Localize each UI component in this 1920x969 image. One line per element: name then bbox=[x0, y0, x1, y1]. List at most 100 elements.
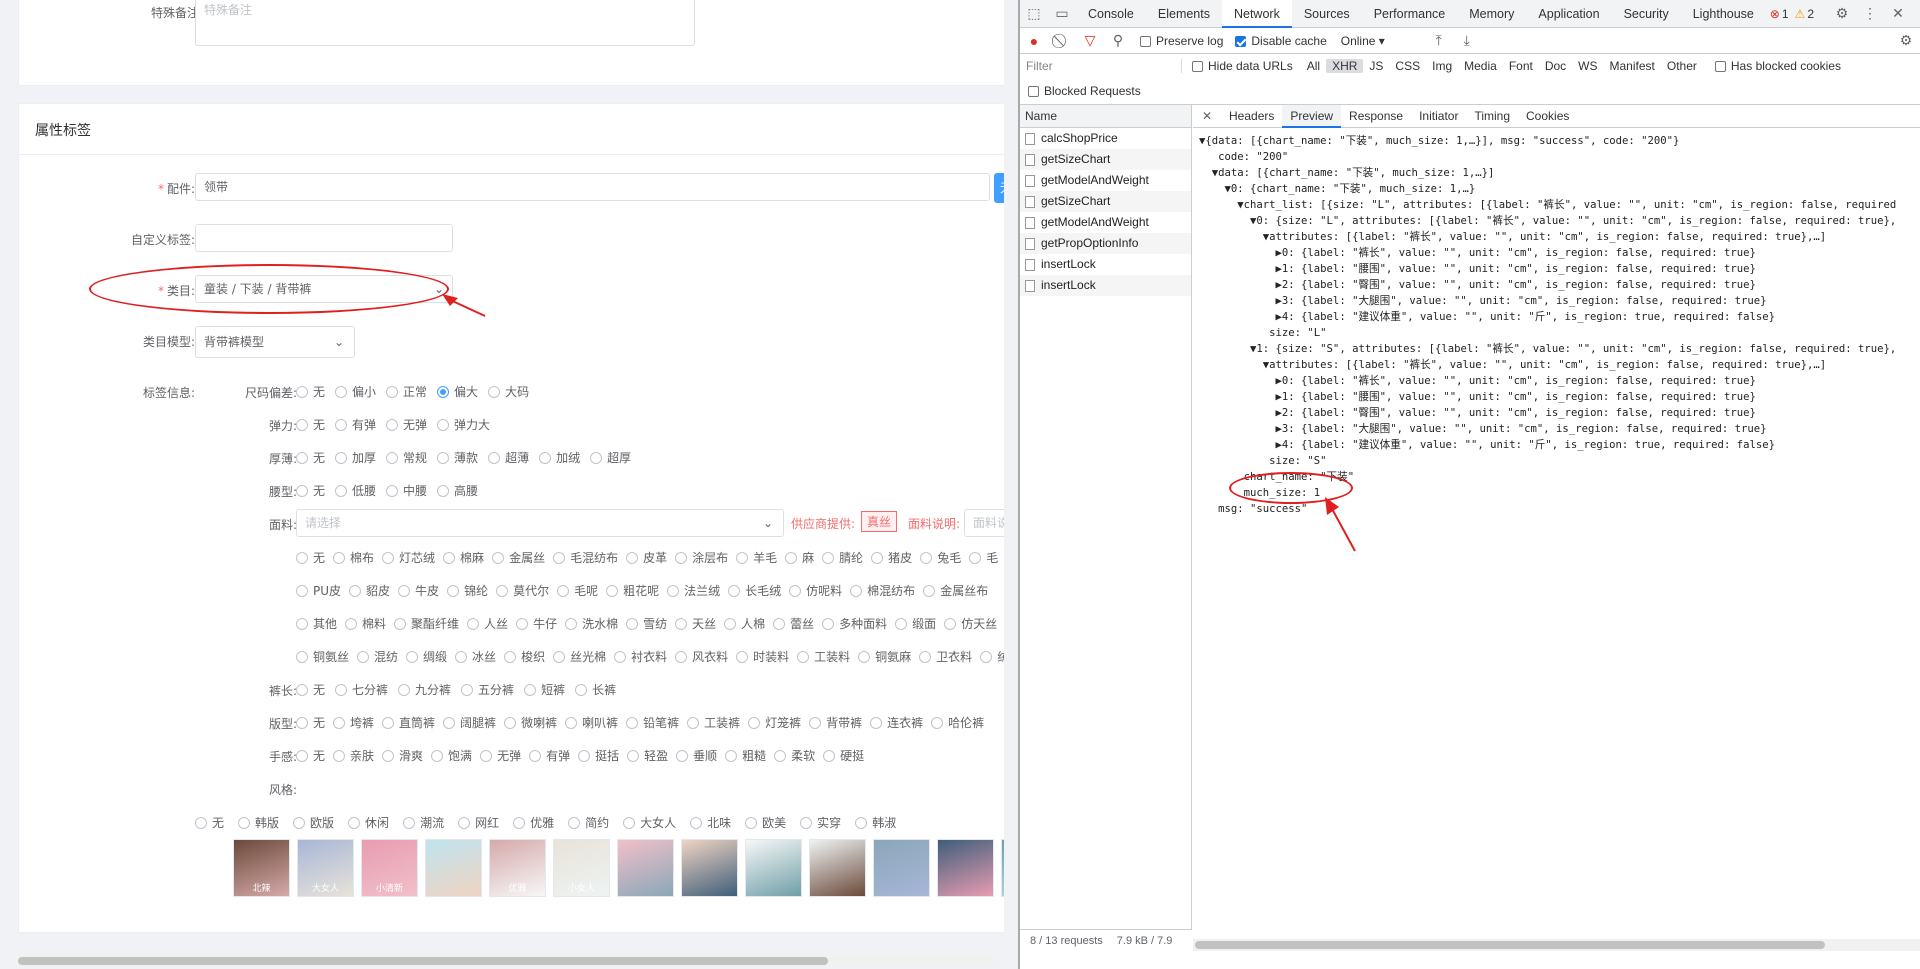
radio-option[interactable]: 哈伦裤 bbox=[931, 714, 984, 731]
radio-option[interactable]: 时装料 bbox=[736, 648, 789, 665]
radio-circle[interactable] bbox=[822, 617, 835, 630]
radio-circle[interactable] bbox=[296, 484, 308, 497]
radio-circle[interactable] bbox=[895, 617, 908, 630]
radio-circle[interactable] bbox=[386, 385, 399, 398]
accessory-input[interactable]: 领带 bbox=[195, 173, 990, 201]
radio-option[interactable]: 无 bbox=[296, 714, 325, 731]
radio-circle[interactable] bbox=[333, 716, 346, 729]
radio-option[interactable]: 金属丝布 bbox=[923, 582, 988, 599]
radio-circle[interactable] bbox=[578, 749, 591, 762]
scrollbar-thumb[interactable] bbox=[18, 957, 828, 965]
radio-option[interactable]: 亲肤 bbox=[333, 747, 374, 764]
filter-icon[interactable]: ▽ bbox=[1076, 32, 1104, 49]
radio-circle[interactable] bbox=[675, 650, 688, 663]
radio-circle[interactable] bbox=[797, 650, 810, 663]
radio-option[interactable]: 韩版 bbox=[238, 814, 279, 831]
radio-option[interactable]: 梭织 bbox=[504, 648, 545, 665]
radio-circle[interactable] bbox=[736, 551, 749, 564]
radio-option[interactable]: 人丝 bbox=[467, 615, 508, 632]
radio-option[interactable]: 无 bbox=[296, 449, 325, 466]
request-row[interactable]: getSizeChart bbox=[1020, 149, 1191, 170]
radio-circle[interactable] bbox=[382, 749, 395, 762]
radio-option[interactable]: 毛混纺布 bbox=[553, 549, 618, 566]
json-line[interactable]: ▼chart_list: [{size: "L", attributes: [{… bbox=[1199, 197, 1896, 213]
radio-option[interactable]: 大女人 bbox=[623, 814, 676, 831]
radio-option[interactable]: 丝光棉 bbox=[553, 648, 606, 665]
radio-circle[interactable] bbox=[296, 584, 308, 597]
request-row[interactable]: getModelAndWeight bbox=[1020, 170, 1191, 191]
radio-option[interactable]: 牛仔 bbox=[516, 615, 557, 632]
disable-cache-checkbox[interactable]: Disable cache bbox=[1235, 34, 1327, 48]
radio-circle[interactable] bbox=[623, 816, 636, 829]
preview-horizontal-scrollbar[interactable] bbox=[1193, 939, 1920, 951]
radio-option[interactable]: 弹力大 bbox=[437, 416, 490, 433]
radio-circle[interactable] bbox=[728, 584, 741, 597]
radio-circle[interactable] bbox=[443, 716, 456, 729]
radio-option[interactable]: 高腰 bbox=[437, 482, 478, 499]
radio-circle[interactable] bbox=[296, 385, 308, 398]
radio-option[interactable]: 韩淑 bbox=[855, 814, 896, 831]
request-row[interactable]: insertLock bbox=[1020, 254, 1191, 275]
radio-circle[interactable] bbox=[626, 617, 639, 630]
style-thumbnail[interactable]: 大女人 bbox=[297, 839, 354, 897]
radio-circle[interactable] bbox=[553, 650, 566, 663]
radio-option[interactable]: 仿天丝 bbox=[944, 615, 997, 632]
radio-option[interactable]: 无弹 bbox=[386, 416, 427, 433]
resource-type-filter[interactable]: XHR bbox=[1326, 59, 1364, 73]
radio-option[interactable]: 低腰 bbox=[335, 482, 376, 499]
radio-option[interactable]: 无 bbox=[296, 383, 325, 400]
radio-circle[interactable] bbox=[725, 749, 738, 762]
radio-option[interactable]: 微喇裤 bbox=[504, 714, 557, 731]
radio-circle[interactable] bbox=[335, 683, 348, 696]
radio-circle[interactable] bbox=[293, 816, 306, 829]
resource-type-filter[interactable]: CSS bbox=[1389, 59, 1426, 73]
radio-circle[interactable] bbox=[398, 584, 411, 597]
radio-circle[interactable] bbox=[335, 484, 348, 497]
detail-tab[interactable]: Preview bbox=[1282, 104, 1342, 128]
inspect-icon[interactable]: ⬚ bbox=[1020, 5, 1048, 22]
filter-input[interactable]: Filter bbox=[1026, 59, 1182, 73]
style-thumbnail[interactable] bbox=[937, 839, 994, 897]
radio-option[interactable]: 灯笼裤 bbox=[748, 714, 801, 731]
radio-option[interactable]: 硬挺 bbox=[823, 747, 864, 764]
radio-circle[interactable] bbox=[333, 551, 346, 564]
radio-option[interactable]: 实穿 bbox=[800, 814, 841, 831]
error-icon[interactable]: ⊗ bbox=[1770, 7, 1780, 21]
radio-option[interactable]: 优雅 bbox=[513, 814, 554, 831]
radio-option[interactable]: 薄款 bbox=[437, 449, 478, 466]
radio-circle[interactable] bbox=[335, 418, 348, 431]
radio-circle[interactable] bbox=[382, 551, 395, 564]
resource-type-filter[interactable]: Doc bbox=[1539, 59, 1572, 73]
radio-option[interactable]: 五分裤 bbox=[461, 681, 514, 698]
json-line[interactable]: size: "L" bbox=[1199, 325, 1896, 341]
request-row[interactable]: getPropOptionInfo bbox=[1020, 233, 1191, 254]
radio-option[interactable]: 冰丝 bbox=[455, 648, 496, 665]
radio-option[interactable]: 莫代尔 bbox=[496, 582, 549, 599]
radio-circle[interactable] bbox=[871, 551, 884, 564]
radio-circle[interactable] bbox=[382, 716, 395, 729]
resource-type-filter[interactable]: Media bbox=[1458, 59, 1503, 73]
style-thumbnail[interactable] bbox=[745, 839, 802, 897]
radio-circle[interactable] bbox=[823, 749, 836, 762]
radio-option[interactable]: 七分裤 bbox=[335, 681, 388, 698]
radio-option[interactable]: 棉麻 bbox=[443, 549, 484, 566]
radio-circle[interactable] bbox=[437, 451, 450, 464]
radio-option[interactable]: 毛呢 bbox=[557, 582, 598, 599]
radio-option[interactable]: 棉布 bbox=[333, 549, 374, 566]
json-line[interactable]: ▼{data: [{chart_name: "下装", much_size: 1… bbox=[1199, 133, 1896, 149]
radio-option[interactable]: 九分裤 bbox=[398, 681, 451, 698]
request-row[interactable]: getModelAndWeight bbox=[1020, 212, 1191, 233]
custom-tag-input[interactable] bbox=[195, 224, 453, 252]
radio-option[interactable]: 法兰绒 bbox=[667, 582, 720, 599]
radio-circle[interactable] bbox=[461, 683, 474, 696]
radio-circle[interactable] bbox=[809, 716, 822, 729]
scrollbar-thumb[interactable] bbox=[1195, 941, 1825, 949]
radio-circle[interactable] bbox=[333, 749, 346, 762]
radio-circle[interactable] bbox=[944, 617, 957, 630]
resource-type-filter[interactable]: Manifest bbox=[1604, 59, 1661, 73]
download-icon[interactable]: ⤓ bbox=[1453, 32, 1481, 49]
json-line[interactable]: ▶0: {label: "裤长", value: "", unit: "cm",… bbox=[1199, 245, 1896, 261]
radio-option[interactable]: 皮革 bbox=[626, 549, 667, 566]
radio-option[interactable]: 垂顺 bbox=[676, 747, 717, 764]
radio-option[interactable]: 超厚 bbox=[590, 449, 631, 466]
